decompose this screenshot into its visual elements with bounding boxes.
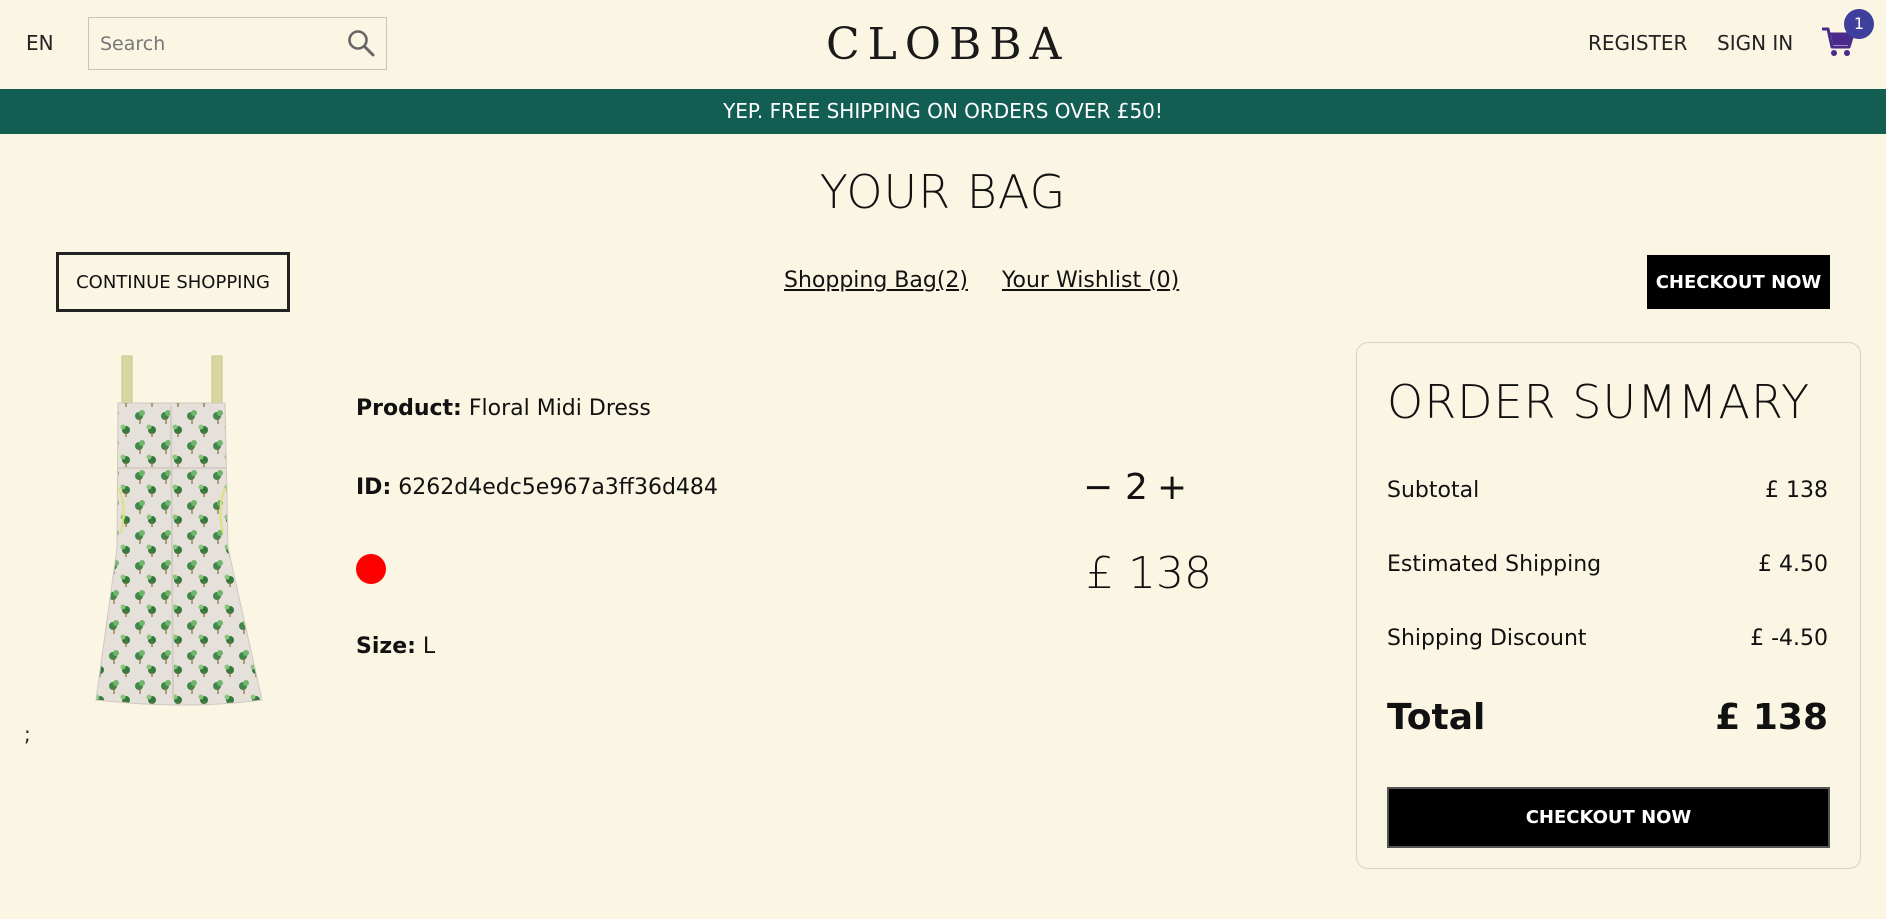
cart-button[interactable]: 1 <box>1822 9 1874 62</box>
product-image <box>55 348 325 714</box>
size-label: Size: <box>356 634 416 659</box>
brand-logo[interactable]: CLOBBA <box>826 20 1061 70</box>
language-selector[interactable]: EN <box>26 31 54 55</box>
shopping-bag-link[interactable]: Shopping Bag(2) <box>784 268 968 293</box>
product-label: Product: <box>356 396 462 421</box>
total-value: £ 138 <box>1715 697 1828 738</box>
product-id: 6262d4edc5e967a3ff36d484 <box>398 475 718 500</box>
quantity-stepper: − 2 + <box>1083 467 1188 511</box>
shipping-label: Estimated Shipping <box>1387 552 1602 577</box>
total-label: Total <box>1387 697 1486 738</box>
product-size: L <box>422 634 436 659</box>
increase-quantity-button[interactable]: + <box>1157 467 1187 508</box>
continue-shopping-button[interactable]: CONTINUE SHOPPING <box>56 252 290 312</box>
announcement-bar: YEP. FREE SHIPPING ON ORDERS OVER £50! <box>0 89 1886 134</box>
checkout-now-top-button[interactable]: CHECKOUT NOW <box>1647 255 1830 309</box>
discount-label: Shipping Discount <box>1387 626 1587 651</box>
discount-value: £ -4.50 <box>1750 626 1828 651</box>
product-name-row: Product: Floral Midi Dress <box>356 396 651 421</box>
product-name: Floral Midi Dress <box>468 396 651 421</box>
item-price: £ 138 <box>1086 548 1212 599</box>
order-summary-title: ORDER SUMMARY <box>1387 375 1811 429</box>
decrease-quantity-button[interactable]: − <box>1083 467 1113 508</box>
quantity-value: 2 <box>1125 467 1148 508</box>
product-id-row: ID: 6262d4edc5e967a3ff36d484 <box>356 475 718 500</box>
sign-in-link[interactable]: SIGN IN <box>1717 31 1793 55</box>
checkout-now-button[interactable]: CHECKOUT NOW <box>1387 787 1830 848</box>
stray-text: ; <box>24 722 31 746</box>
page-title: YOUR BAG <box>819 165 1067 219</box>
subtotal-label: Subtotal <box>1387 478 1480 503</box>
bag-tabs: Shopping Bag(2) Your Wishlist (0) <box>784 268 1206 293</box>
product-color-swatch <box>356 554 386 584</box>
product-size-row: Size: L <box>356 634 435 659</box>
search-box <box>88 17 387 70</box>
id-label: ID: <box>356 475 392 500</box>
register-link[interactable]: REGISTER <box>1588 31 1687 55</box>
search-input[interactable] <box>89 18 329 69</box>
wishlist-link[interactable]: Your Wishlist (0) <box>1002 268 1179 293</box>
subtotal-value: £ 138 <box>1765 478 1828 503</box>
order-summary: ORDER SUMMARY Subtotal £ 138 Estimated S… <box>1356 342 1861 869</box>
cart-count-badge: 1 <box>1844 9 1874 39</box>
search-icon[interactable] <box>346 28 376 58</box>
navbar: EN CLOBBA REGISTER SIGN IN 1 <box>0 0 1886 89</box>
shipping-value: £ 4.50 <box>1758 552 1828 577</box>
